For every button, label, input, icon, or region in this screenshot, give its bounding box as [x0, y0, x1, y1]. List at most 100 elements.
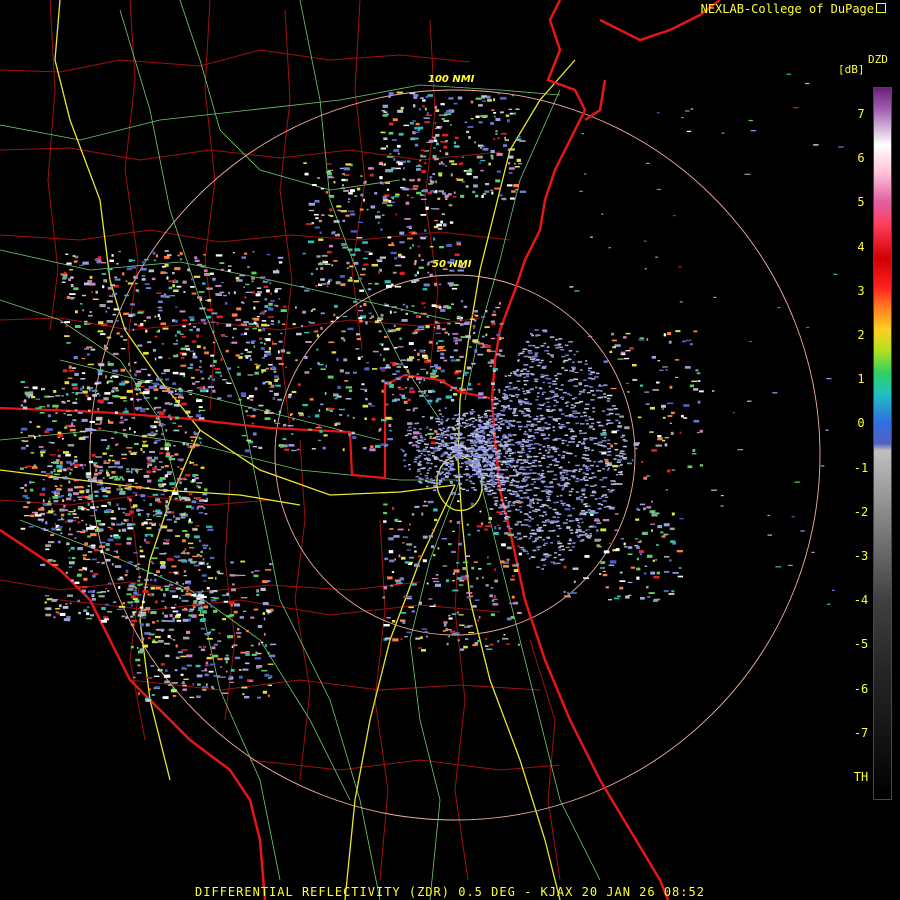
radar-echo	[270, 320, 274, 323]
radar-echo	[574, 531, 579, 534]
radar-echo	[24, 399, 27, 403]
radar-echo	[570, 475, 576, 477]
radar-echo	[607, 489, 610, 491]
radar-echo	[251, 571, 254, 574]
radar-echo	[266, 353, 272, 356]
radar-echo	[529, 503, 532, 505]
radar-echo	[251, 422, 255, 425]
radar-echo	[493, 402, 499, 405]
radar-echo	[426, 485, 429, 488]
radar-echo	[379, 354, 382, 356]
radar-echo	[470, 445, 474, 447]
radar-echo	[200, 370, 203, 374]
radar-echo	[195, 414, 202, 418]
radar-echo	[483, 446, 487, 449]
radar-echo	[407, 237, 413, 240]
radar-echo	[521, 447, 524, 450]
radar-echo	[509, 457, 515, 460]
radar-echo	[591, 472, 595, 474]
radar-echo	[591, 449, 594, 452]
radar-echo	[192, 604, 198, 607]
radar-echo	[523, 364, 529, 366]
radar-echo	[106, 320, 114, 323]
radar-echo	[451, 463, 455, 465]
radar-echo	[68, 533, 73, 536]
radar-echo	[341, 178, 346, 181]
radar-echo	[79, 490, 85, 494]
radar-echo	[413, 329, 420, 332]
radar-echo	[114, 536, 121, 539]
radar-echo	[256, 315, 260, 318]
radar-echo	[168, 620, 175, 623]
radar-echo	[496, 511, 502, 514]
radar-echo	[335, 281, 341, 285]
radar-echo	[566, 452, 572, 454]
radar-echo	[398, 388, 405, 390]
radar-echo	[511, 95, 515, 97]
radar-echo	[131, 623, 135, 626]
radar-echo	[482, 100, 486, 102]
radar-echo	[152, 510, 155, 513]
radar-echo	[130, 452, 137, 455]
radar-echo	[130, 604, 133, 607]
radar-echo	[328, 244, 334, 248]
radar-echo	[264, 673, 270, 677]
radar-echo	[533, 487, 538, 489]
radar-echo	[124, 327, 127, 330]
radar-echo	[527, 496, 530, 498]
radar-echo	[220, 666, 223, 668]
radar-echo	[405, 201, 410, 205]
radar-echo	[235, 276, 240, 280]
radar-echo	[220, 374, 222, 378]
radar-echo	[262, 580, 268, 584]
radar-echo	[68, 278, 72, 281]
radar-echo	[495, 436, 500, 438]
radar-echo	[585, 529, 588, 531]
radar-echo	[551, 520, 556, 522]
radar-echo	[120, 396, 127, 399]
radar-echo	[69, 293, 76, 296]
radar-echo	[476, 466, 480, 468]
radar-echo	[418, 455, 422, 457]
radar-echo	[381, 418, 387, 422]
radar-echo	[379, 176, 383, 180]
radar-echo	[202, 493, 208, 496]
radar-echo	[394, 583, 399, 586]
radar-echo	[123, 400, 128, 402]
radar-echo	[56, 466, 63, 469]
radar-echo	[505, 114, 510, 117]
radar-echo	[437, 449, 441, 451]
radar-echo	[574, 455, 577, 457]
radar-echo	[491, 156, 494, 160]
radar-echo	[451, 303, 454, 306]
radar-echo	[122, 411, 129, 414]
radar-echo	[205, 661, 209, 665]
radar-echo	[593, 491, 597, 494]
radar-echo	[385, 366, 391, 369]
radar-echo	[470, 452, 474, 455]
radar-echo	[519, 511, 523, 513]
radar-echo	[186, 586, 190, 589]
radar-echo	[444, 111, 449, 114]
radar-echo	[65, 603, 68, 605]
radar-echo	[546, 492, 549, 494]
radar-echo	[94, 423, 102, 425]
radar-echo	[177, 571, 179, 574]
radar-echo	[541, 558, 547, 560]
radar-echo	[555, 378, 559, 380]
radar-echo	[459, 648, 465, 651]
radar-echo	[147, 610, 150, 614]
radar-echo	[516, 492, 519, 495]
radar-echo	[177, 254, 180, 257]
radar-echo	[489, 479, 493, 481]
radar-echo	[49, 454, 56, 456]
radar-echo	[135, 393, 139, 396]
radar-echo	[428, 139, 434, 143]
radar-echo	[151, 562, 155, 565]
radar-echo	[467, 462, 471, 465]
radar-echo	[206, 308, 214, 311]
radar-echo	[347, 386, 350, 388]
radar-echo	[252, 328, 257, 330]
radar-echo	[596, 522, 602, 524]
radar-echo	[412, 408, 415, 412]
